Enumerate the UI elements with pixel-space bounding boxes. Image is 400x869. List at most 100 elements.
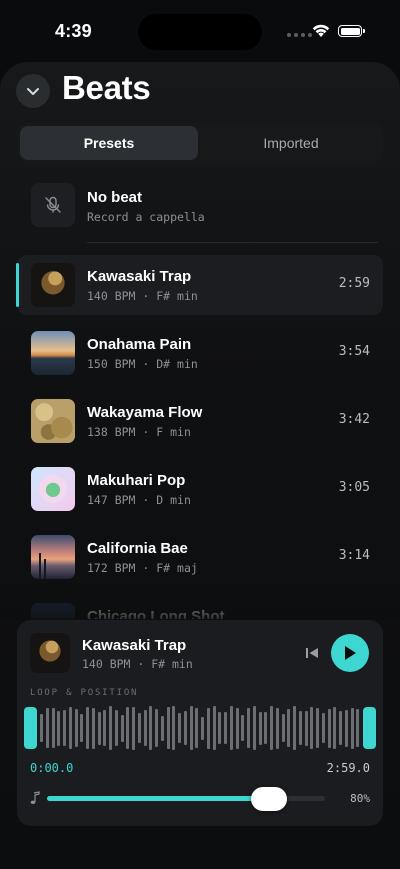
- waveform-bar: [321, 713, 325, 743]
- waveform-bar: [68, 707, 72, 749]
- track-row-onahama-pain[interactable]: Onahama Pain 150 BPM · D# min 3:54: [17, 323, 383, 383]
- track-row-kawasaki-trap[interactable]: Kawasaki Trap 140 BPM · F# min 2:59: [16, 255, 383, 315]
- play-button[interactable]: [331, 634, 369, 672]
- track-meta: 138 BPM · F min: [87, 425, 191, 439]
- waveform-bar: [120, 714, 124, 742]
- track-bpm: 150 BPM: [87, 357, 136, 371]
- now-playing-artwork: [30, 633, 70, 673]
- track-bpm: 140 BPM: [87, 289, 136, 303]
- track-duration: 3:54: [338, 344, 370, 359]
- waveform-bar: [206, 707, 210, 749]
- track-duration: 3:05: [338, 480, 370, 495]
- track-artwork: [31, 399, 75, 443]
- waveform-bar: [201, 716, 204, 740]
- tab-presets[interactable]: Presets: [20, 126, 198, 160]
- track-bpm: 172 BPM: [87, 561, 136, 575]
- volume-knob[interactable]: [251, 787, 288, 811]
- waveform-bar: [160, 715, 164, 741]
- track-artwork: [31, 535, 75, 579]
- volume-slider[interactable]: [47, 787, 325, 811]
- track-title: Chicago Long Shot: [87, 608, 225, 619]
- no-beat-title: No beat: [87, 189, 143, 206]
- page-title: Beats: [62, 69, 151, 106]
- waveform-bar: [189, 706, 193, 750]
- waveform-bar: [86, 707, 89, 749]
- waveform-bar: [126, 707, 130, 749]
- track-row-makuhari-pop[interactable]: Makuhari Pop 147 BPM · D min 3:05: [17, 459, 383, 519]
- waveform-bar: [57, 710, 61, 746]
- waveform-bar: [281, 714, 285, 742]
- waveform-bar: [132, 706, 135, 750]
- waveform-bar: [304, 710, 308, 746]
- track-duration: 3:42: [338, 412, 370, 427]
- waveform-bar: [149, 706, 153, 750]
- loop-waveform[interactable]: [24, 704, 376, 752]
- track-artwork: [31, 603, 75, 619]
- skip-back-button[interactable]: [303, 644, 321, 662]
- waveform-bar: [74, 709, 78, 747]
- chevron-down-icon: [27, 87, 39, 95]
- waveform-bar: [103, 710, 107, 746]
- waveform-bar: [316, 708, 319, 748]
- track-row-california-bae[interactable]: California Bae 172 BPM · F# maj 3:14: [17, 527, 383, 587]
- waveform-bar: [195, 708, 199, 748]
- track-title: Makuhari Pop: [87, 472, 186, 489]
- no-beat-option[interactable]: No beat Record a cappella: [0, 177, 400, 243]
- track-title: Onahama Pain: [87, 336, 192, 353]
- waveform-bar: [356, 709, 360, 747]
- track-key: D# min: [156, 357, 198, 371]
- waveform-bar: [178, 713, 181, 743]
- loop-position-label: LOOP & POSITION: [30, 688, 139, 698]
- waveform-bar: [298, 711, 302, 745]
- loop-end-handle[interactable]: [363, 707, 376, 749]
- track-bpm: 138 BPM: [87, 425, 136, 439]
- track-artwork: [31, 467, 75, 511]
- waveform-bar: [293, 706, 296, 750]
- track-artwork: [31, 331, 75, 375]
- waveform-bar: [172, 706, 176, 750]
- waveform-bar: [287, 709, 291, 747]
- music-note-icon: [30, 791, 40, 804]
- waveform-bar: [137, 713, 141, 743]
- mic-off-icon: [31, 183, 75, 227]
- waveform-bar: [247, 708, 250, 748]
- waveform-bar: [63, 710, 66, 746]
- waveform-bar: [155, 709, 158, 747]
- waveform-bar: [114, 710, 118, 746]
- track-meta: 140 BPM · F# min: [87, 289, 198, 303]
- tab-imported[interactable]: Imported: [202, 126, 380, 160]
- waveform-bar: [183, 711, 187, 745]
- track-artwork: [31, 263, 75, 307]
- waveform-bar: [235, 707, 239, 749]
- track-bpm: 147 BPM: [87, 493, 136, 507]
- source-segmented-control: Presets Imported: [17, 123, 383, 163]
- loop-end-time: 2:59.0: [326, 761, 370, 775]
- dynamic-island: [138, 14, 262, 50]
- waveform-bar: [241, 715, 245, 741]
- track-meta: 150 BPM · D# min: [87, 357, 198, 371]
- waveform-bar: [80, 714, 84, 742]
- loop-start-handle[interactable]: [24, 707, 37, 749]
- collapse-button[interactable]: [16, 74, 50, 108]
- skip-back-icon: [306, 648, 318, 658]
- waveform-bar: [109, 706, 112, 750]
- waveform-bar: [258, 711, 262, 745]
- waveform-bar: [229, 706, 233, 750]
- waveform-bar: [51, 708, 55, 748]
- waveform-bar: [310, 707, 314, 749]
- waveform-bar: [166, 707, 170, 749]
- waveform-bar: [40, 714, 43, 742]
- track-row-chicago-long-shot[interactable]: Chicago Long Shot: [17, 595, 383, 619]
- no-beat-subtitle: Record a cappella: [87, 210, 205, 224]
- beats-list: No beat Record a cappella Kawasaki Trap …: [0, 177, 400, 619]
- selected-indicator: [16, 263, 19, 307]
- waveform-bar: [252, 706, 256, 750]
- now-playing-card: Kawasaki Trap 140 BPM · F# min LOOP & PO…: [17, 620, 383, 826]
- track-key: D min: [156, 493, 191, 507]
- waveform-bar: [91, 707, 95, 749]
- cellular-signal-icon: [287, 33, 312, 37]
- track-key: F# maj: [156, 561, 198, 575]
- track-duration: 3:14: [338, 548, 370, 563]
- track-row-wakayama-flow[interactable]: Wakayama Flow 138 BPM · F min 3:42: [17, 391, 383, 451]
- waveform-bar: [327, 708, 331, 748]
